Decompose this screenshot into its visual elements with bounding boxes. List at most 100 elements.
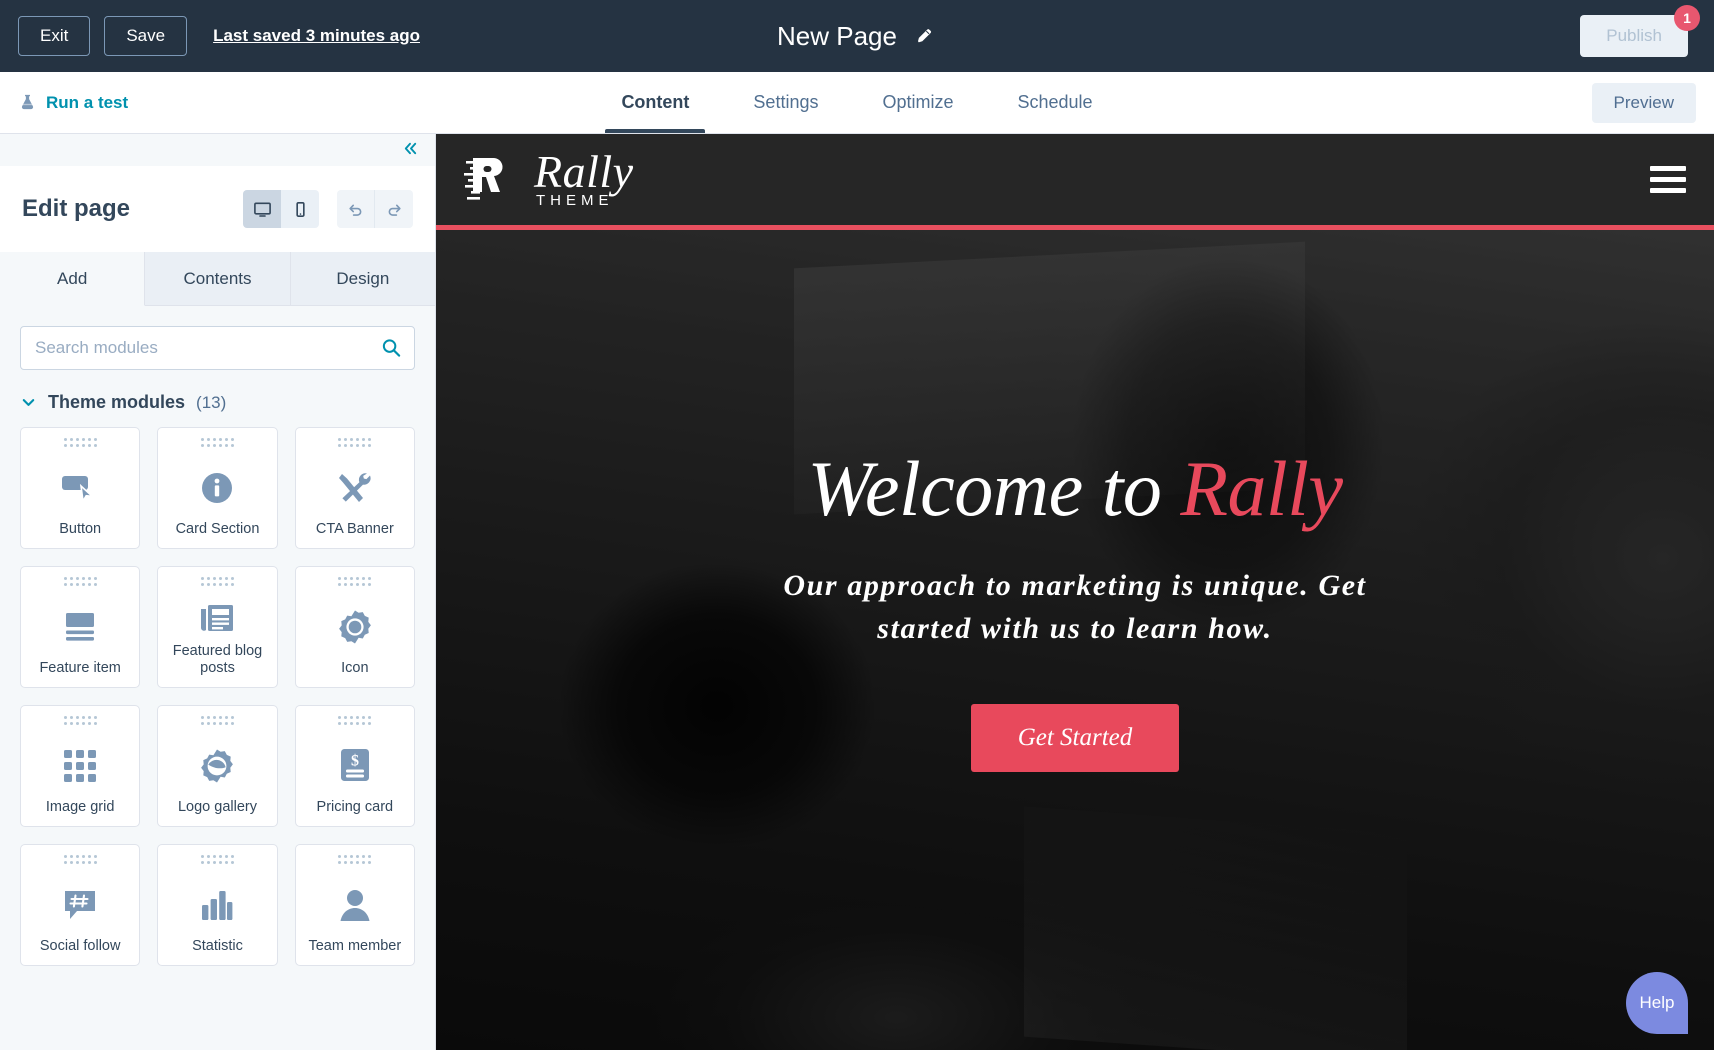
- sidebar-scroll-area: Theme modules (13) Button: [0, 306, 435, 1050]
- module-label: Logo gallery: [177, 799, 257, 816]
- module-card-social-follow[interactable]: Social follow: [20, 844, 141, 966]
- module-card-featured-blog-posts[interactable]: Featured blog posts: [157, 566, 278, 688]
- drag-handle-icon[interactable]: [338, 438, 372, 447]
- top-toolbar: Exit Save Last saved 3 minutes ago New P…: [0, 0, 1714, 72]
- hamburger-icon[interactable]: [1650, 166, 1686, 193]
- module-card-cta-banner[interactable]: CTA Banner: [294, 427, 415, 549]
- panel-tab-add[interactable]: Add: [0, 252, 146, 306]
- tab-optimize[interactable]: Optimize: [850, 72, 985, 133]
- info-circle-icon: [199, 454, 235, 521]
- tools-icon: [336, 454, 374, 521]
- module-grid: Button Card Section CTA Banner Feature i…: [20, 427, 415, 966]
- badge-swoosh-icon: [199, 732, 235, 799]
- history-controls: [337, 190, 413, 228]
- grid-dots-icon: [63, 732, 97, 799]
- tab-schedule[interactable]: Schedule: [985, 72, 1124, 133]
- button-click-icon: [60, 454, 100, 521]
- newspaper-icon: [198, 593, 236, 643]
- sidebar-header: Edit page: [0, 166, 435, 252]
- tab-settings[interactable]: Settings: [721, 72, 850, 133]
- module-card-logo-gallery[interactable]: Logo gallery: [157, 705, 278, 827]
- module-card-icon[interactable]: Icon: [294, 566, 415, 688]
- run-a-test-link[interactable]: Run a test: [18, 93, 128, 113]
- collapse-sidebar-button[interactable]: [398, 138, 423, 163]
- module-label: Image grid: [45, 799, 115, 816]
- help-button[interactable]: Help: [1626, 972, 1688, 1034]
- drag-handle-icon[interactable]: [338, 855, 372, 864]
- hero-content: Welcome to Rally Our approach to marketi…: [436, 230, 1714, 1050]
- exit-button[interactable]: Exit: [18, 15, 91, 57]
- last-saved-status[interactable]: Last saved 3 minutes ago: [213, 26, 420, 46]
- panel-tab-design[interactable]: Design: [290, 252, 435, 306]
- drag-handle-icon[interactable]: [63, 438, 97, 447]
- run-a-test-label: Run a test: [46, 92, 129, 112]
- flask-icon: [21, 94, 34, 110]
- hero-section[interactable]: Welcome to Rally Our approach to marketi…: [436, 230, 1714, 1050]
- site-logo[interactable]: Rally THEME: [464, 145, 634, 210]
- module-card-card-section[interactable]: Card Section: [157, 427, 278, 549]
- theme-modules-count: (13): [196, 392, 227, 412]
- panel-tab-contents[interactable]: Contents: [145, 252, 291, 306]
- drag-handle-icon[interactable]: [338, 577, 372, 586]
- site-logo-tagline: THEME: [536, 192, 614, 210]
- person-icon: [338, 871, 372, 938]
- drag-handle-icon[interactable]: [63, 855, 97, 864]
- chevron-double-left-icon: [404, 142, 417, 154]
- theme-modules-group-name: Theme modules: [48, 392, 186, 412]
- top-toolbar-left: Exit Save Last saved 3 minutes ago: [18, 15, 420, 57]
- search-icon[interactable]: [381, 338, 402, 359]
- drag-handle-icon[interactable]: [200, 438, 234, 447]
- sidebar-collapse-row: [0, 134, 435, 166]
- hero-heading-plain: Welcome to: [807, 444, 1181, 532]
- module-label: Pricing card: [316, 799, 394, 816]
- sidebar-title: Edit page: [22, 195, 131, 222]
- module-label: Featured blog posts: [172, 642, 263, 677]
- pencil-icon: [917, 29, 931, 43]
- preview-button[interactable]: Preview: [1591, 82, 1696, 123]
- hero-heading: Welcome to Rally: [808, 448, 1343, 529]
- module-label: Feature item: [39, 660, 121, 677]
- drag-handle-icon[interactable]: [200, 855, 234, 864]
- module-card-image-grid[interactable]: Image grid: [20, 705, 141, 827]
- module-card-pricing-card[interactable]: $ Pricing card: [294, 705, 415, 827]
- desktop-preview-button[interactable]: [243, 190, 281, 228]
- mobile-icon: [295, 201, 305, 217]
- mobile-preview-button[interactable]: [281, 190, 319, 228]
- module-card-feature-item[interactable]: Feature item: [20, 566, 141, 688]
- theme-modules-group-header[interactable]: Theme modules (13): [20, 392, 415, 413]
- page-title: New Page: [777, 20, 897, 51]
- module-label: Card Section: [175, 521, 260, 538]
- tab-content[interactable]: Content: [589, 72, 721, 133]
- sidebar-panel-tabs: Add Contents Design: [0, 252, 435, 306]
- drag-handle-icon[interactable]: [63, 577, 97, 586]
- editor-tabs: Content Settings Optimize Schedule: [0, 72, 1714, 133]
- get-started-button[interactable]: Get Started: [970, 704, 1180, 773]
- page-preview-canvas[interactable]: Rally THEME Welcome to Rally Our approac…: [436, 134, 1714, 1050]
- editor-body: Edit page Add Contents Design Search mod…: [0, 134, 1714, 1050]
- device-preview-toggle: [243, 190, 319, 228]
- drag-handle-icon[interactable]: [200, 577, 234, 586]
- module-card-statistic[interactable]: Statistic: [157, 844, 278, 966]
- site-logo-name: Rally: [534, 145, 634, 197]
- chevron-down-icon: [20, 394, 37, 411]
- save-button[interactable]: Save: [104, 15, 188, 57]
- module-label: Button: [59, 521, 102, 538]
- search-input[interactable]: [20, 326, 415, 370]
- publish-button[interactable]: Publish: [1580, 15, 1688, 57]
- module-card-button[interactable]: Button: [20, 427, 141, 549]
- redo-icon: [388, 204, 401, 216]
- drag-handle-icon[interactable]: [338, 716, 372, 725]
- price-tag-icon: $: [339, 732, 371, 799]
- bar-chart-icon: [200, 871, 234, 938]
- edit-page-name-button[interactable]: [913, 24, 937, 48]
- module-label: Social follow: [39, 938, 121, 955]
- drag-handle-icon[interactable]: [200, 716, 234, 725]
- left-sidebar: Edit page Add Contents Design Search mod…: [0, 134, 436, 1050]
- drag-handle-icon[interactable]: [63, 716, 97, 725]
- module-card-team-member[interactable]: Team member: [294, 844, 415, 966]
- module-label: Icon: [341, 660, 369, 677]
- undo-button[interactable]: [337, 190, 375, 228]
- site-header: Rally THEME: [436, 134, 1714, 230]
- module-label: CTA Banner: [315, 521, 394, 538]
- redo-button[interactable]: [375, 190, 413, 228]
